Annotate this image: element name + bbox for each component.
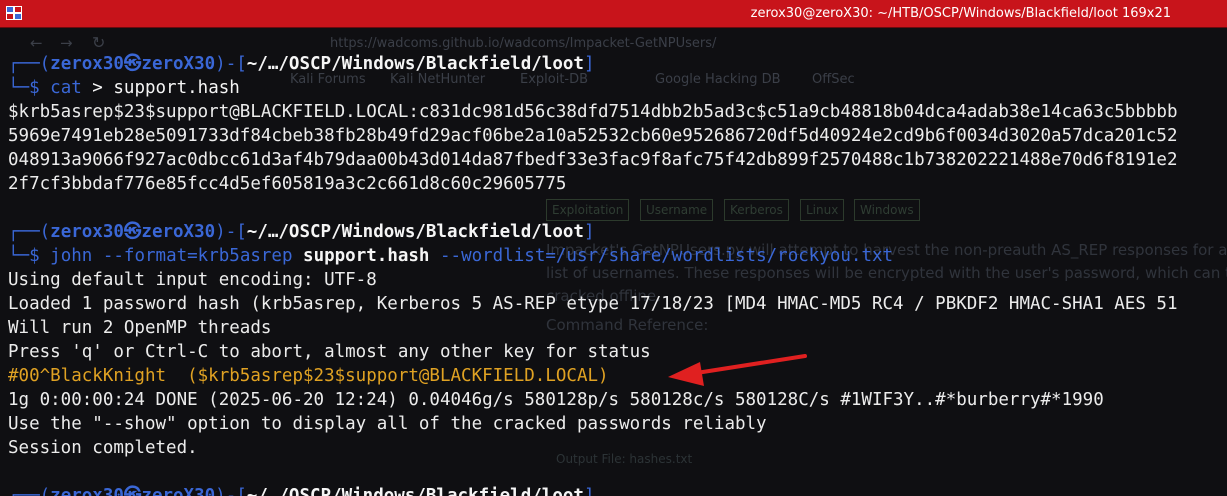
window-title: zerox30@zeroX30: ~/HTB/OSCP/Windows/Blac… — [750, 6, 1171, 21]
window-titlebar[interactable]: zerox30@zeroX30: ~/HTB/OSCP/Windows/Blac… — [0, 0, 1227, 28]
prompt-line-2: ┌──(zerox30㉿zeroX30)-[~/…/OSCP/Windows/B… — [8, 222, 595, 242]
command-john: └─$ john --format=krb5asrep support.hash… — [8, 246, 894, 266]
john-output-line-1: Using default input encoding: UTF-8 — [8, 270, 377, 290]
john-output-line-3: Will run 2 OpenMP threads — [8, 318, 272, 338]
john-output-line-2: Loaded 1 password hash (krb5asrep, Kerbe… — [8, 294, 1178, 314]
john-output-line-4: Press 'q' or Ctrl-C to abort, almost any… — [8, 342, 651, 362]
cracked-password-line: #00^BlackKnight ($krb5asrep$23$support@B… — [8, 366, 609, 386]
hash-line-4: 2f7cf3bbdaf776e85fcc4d5ef605819a3c2c661d… — [8, 174, 567, 194]
command-cat: └─$ cat > support.hash — [8, 78, 240, 98]
hash-line-1: $krb5asrep$23$support@BLACKFIELD.LOCAL:c… — [8, 102, 1178, 122]
terminal-output[interactable]: ┌──(zerox30㉿zeroX30)-[~/…/OSCP/Windows/B… — [0, 28, 1227, 496]
prompt-line-3: ┌──(zerox30㉿zeroX30)-[~/…/OSCP/Windows/B… — [8, 486, 595, 496]
john-output-line-7: Use the "--show" option to display all o… — [8, 414, 767, 434]
john-output-line-8: Session completed. — [8, 438, 198, 458]
hash-line-3: 048913a9066f927ac0dbcc61d3af4b79daa00b43… — [8, 150, 1178, 170]
hash-line-2: 5969e7491eb28e5091733df84cbeb38fb28b49fd… — [8, 126, 1178, 146]
terminal-app-icon — [6, 6, 22, 20]
john-output-line-6: 1g 0:00:00:24 DONE (2025-06-20 12:24) 0.… — [8, 390, 1104, 410]
prompt-line-1: ┌──(zerox30㉿zeroX30)-[~/…/OSCP/Windows/B… — [8, 54, 595, 74]
